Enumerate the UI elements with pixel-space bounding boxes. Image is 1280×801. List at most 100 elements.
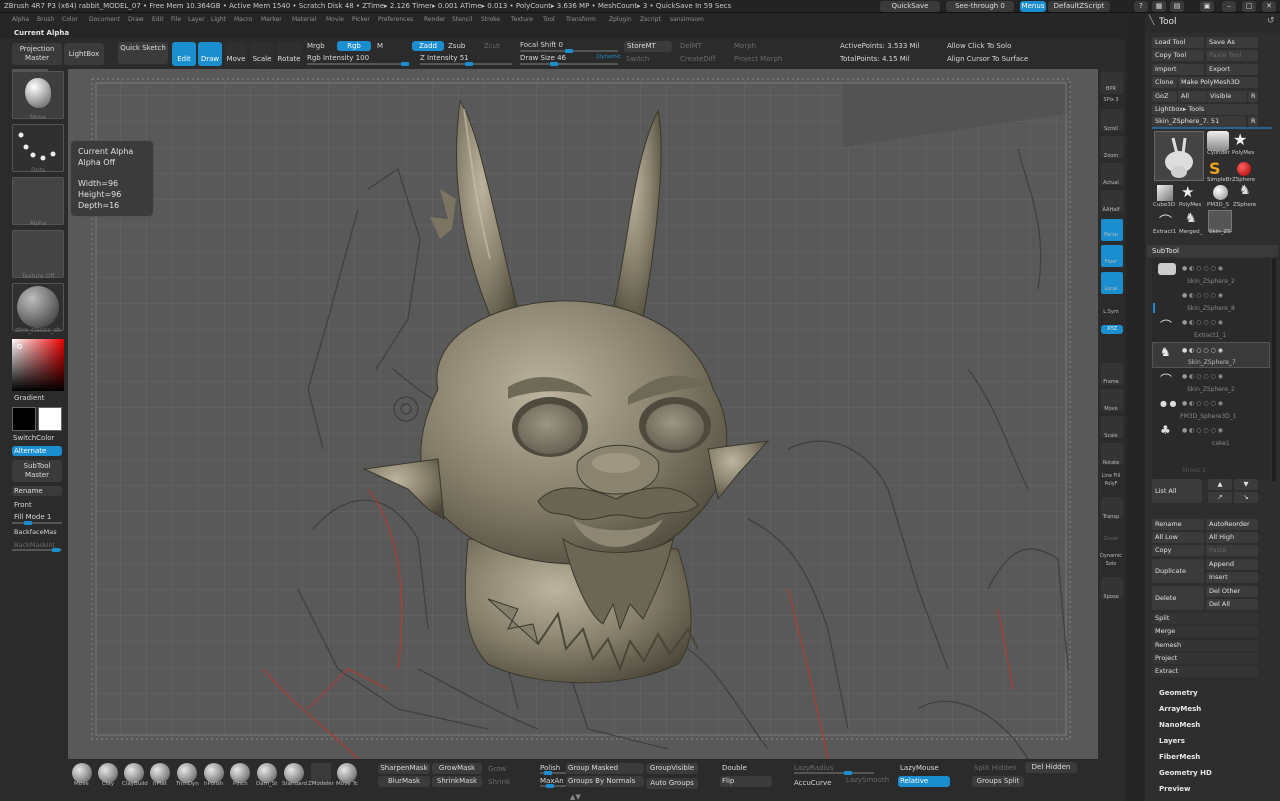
menu-alpha[interactable]: Alpha [12,16,29,23]
layout2-icon[interactable]: ▤ [1170,1,1184,12]
subtool-eye-icon-6[interactable]: ● ◐ ○ ○ ○ ◉ [1182,427,1223,434]
subtool-eye-icon-4[interactable]: ● ◐ ○ ○ ○ ◉ [1182,373,1223,380]
menu-layer[interactable]: Layer [188,16,205,23]
rgb-intensity-track[interactable] [307,62,409,66]
brush-movetopo-icon[interactable] [337,763,357,783]
material-thumbnail[interactable] [12,283,64,331]
relative-button[interactable]: Relative [898,776,950,787]
delete-button[interactable]: Delete [1152,586,1204,610]
lazyradius-track[interactable] [794,771,874,775]
load-tool-button[interactable]: Load Tool [1152,37,1204,48]
menu-texture[interactable]: Texture [511,16,533,23]
creatediff-button[interactable]: CreateDiff [680,55,715,63]
subtool-name-6[interactable]: cake1 [1212,440,1230,447]
refresh-icon[interactable]: ↺ [1267,16,1275,26]
simplebrush-icon[interactable]: S [1209,159,1221,178]
sharpenmask-button[interactable]: SharpenMask [378,763,430,774]
switchcolor-button[interactable]: SwitchColor [13,434,54,442]
focal-shift-track[interactable] [520,49,618,53]
goz-button[interactable]: GoZ [1152,91,1177,102]
menu-transform[interactable]: Transform [566,16,596,23]
move-button[interactable]: Move [225,42,247,66]
focal-shift-slider[interactable]: Focal Shift 0 [520,41,563,49]
texture-thumbnail[interactable] [12,230,64,278]
brush-hpflat-icon[interactable] [150,763,170,783]
split-hidden-button[interactable]: Split Hidden [974,764,1017,772]
m-button[interactable]: M [377,42,383,50]
list-all-button[interactable]: List All [1152,479,1202,503]
subtool-eye-icon-0[interactable]: ● ◐ ○ ○ ○ ◉ [1182,265,1223,272]
menu-stencil[interactable]: Stencil [452,16,472,23]
subtool-master-button[interactable]: SubTool Master [12,460,62,482]
quicksave-button[interactable]: QuickSave [880,1,940,12]
del-hidden-button[interactable]: Del Hidden [1025,762,1077,773]
rgb-button[interactable]: Rgb [337,41,371,51]
mrgb-button[interactable]: Mrgb [307,42,325,50]
edit-button[interactable]: Edit [172,42,196,66]
menu-color[interactable]: Color [62,16,78,23]
subtool-name-5[interactable]: PM3D_Sphere3D_1 [1180,413,1237,420]
subtool-name-0[interactable]: Skin_ZSphere_2 [1187,278,1235,285]
menu-preferences[interactable]: Preferences [378,16,413,23]
backface-mask-button[interactable]: BackfaceMas [14,528,57,536]
brush-hpolish-icon[interactable] [204,763,224,783]
subtool-name-4[interactable]: Skin_ZSphere_2 [1187,386,1235,393]
copy-subtool-button[interactable]: Copy [1152,545,1204,556]
projection-master-button[interactable]: Projection Master [12,43,62,65]
zsphere-icon[interactable] [1237,162,1251,176]
groups-split-button[interactable]: Groups Split [972,776,1024,787]
pm3d-sphere-icon[interactable] [1213,185,1228,200]
fibermesh-menu[interactable]: FiberMesh [1159,753,1200,761]
brush-damstandard-icon[interactable] [257,763,277,783]
dynamic-toggle[interactable]: Dynamic [597,54,621,60]
menu-brush[interactable]: Brush [37,16,54,23]
backmask-int-track[interactable] [12,548,62,552]
backmask-int-slider[interactable]: BackMaskInt [14,541,55,549]
extract-icon[interactable]: ⌒ [1159,211,1172,230]
groups-by-normals-button[interactable]: Groups By Normals [566,776,644,787]
split-section[interactable]: Split [1152,613,1258,624]
del-all-button[interactable]: Del All [1206,599,1258,610]
subtool-eye-icon-2[interactable]: ● ◐ ○ ○ ○ ◉ [1182,319,1223,326]
panel-divider[interactable] [1126,13,1145,801]
growmask-button[interactable]: GrowMask [432,763,482,774]
geometry-hd-menu[interactable]: Geometry HD [1159,769,1212,777]
shrink-button[interactable]: Shrink [488,778,510,786]
brush-claybuildup-icon[interactable] [124,763,144,783]
menu-sansimsom[interactable]: sansimsom [670,16,704,23]
paste-subtool-button[interactable]: Paste [1206,545,1258,556]
alpha-thumbnail[interactable] [12,177,64,225]
see-through-slider[interactable]: See-through 0 [946,1,1014,12]
menus-toggle[interactable]: Menus [1020,1,1046,12]
move-down-arrow-icon[interactable]: ▼ [1234,479,1258,490]
spix-slider[interactable]: SPix 3 [1098,97,1124,103]
goz-r-button[interactable]: R [1248,91,1258,102]
merge-section[interactable]: Merge [1152,626,1258,637]
all-high-button[interactable]: All High [1206,532,1258,543]
groupvisible-button[interactable]: GroupVisible [646,763,698,774]
brush-trimdynamic-icon[interactable] [177,763,197,783]
copy-tool-button[interactable]: Copy Tool [1152,50,1204,61]
subtool-row-selected[interactable]: ♞ ● ◐ ○ ○ ○ ◉ Skin_ZSphere_7 [1152,342,1270,368]
save-as-button[interactable]: Save As [1206,37,1258,48]
subtool-name-1[interactable]: Skin_ZSphere_8 [1187,305,1235,312]
menu-render[interactable]: Render [424,16,445,23]
goz-visible-button[interactable]: Visible [1207,91,1247,102]
move-up-right-icon[interactable]: ↗ [1208,492,1232,503]
subtool-eye-icon-1[interactable]: ● ◐ ○ ○ ○ ◉ [1182,292,1223,299]
duplicate-button[interactable]: Duplicate [1152,559,1204,583]
rename-subtool-button[interactable]: Rename [1152,519,1204,530]
zsphere-figure-icon[interactable]: ♞ [1239,183,1251,198]
brush-move-icon[interactable] [72,763,92,783]
close-icon[interactable]: ✕ [1262,1,1276,12]
maximize-icon[interactable]: □ [1242,1,1256,12]
subtool-scroll-thumb[interactable] [1153,303,1155,313]
menu-marker[interactable]: Marker [261,16,282,23]
zsub-button[interactable]: Zsub [448,42,465,50]
accucurve-button[interactable]: AccuCurve [794,779,831,787]
zadd-button[interactable]: Zadd [412,41,444,51]
menu-movie[interactable]: Movie [326,16,344,23]
allow-click-solo-button[interactable]: Allow Click To Solo [947,42,1011,50]
all-low-button[interactable]: All Low [1152,532,1204,543]
subtool-scrollbar[interactable] [1272,259,1276,481]
